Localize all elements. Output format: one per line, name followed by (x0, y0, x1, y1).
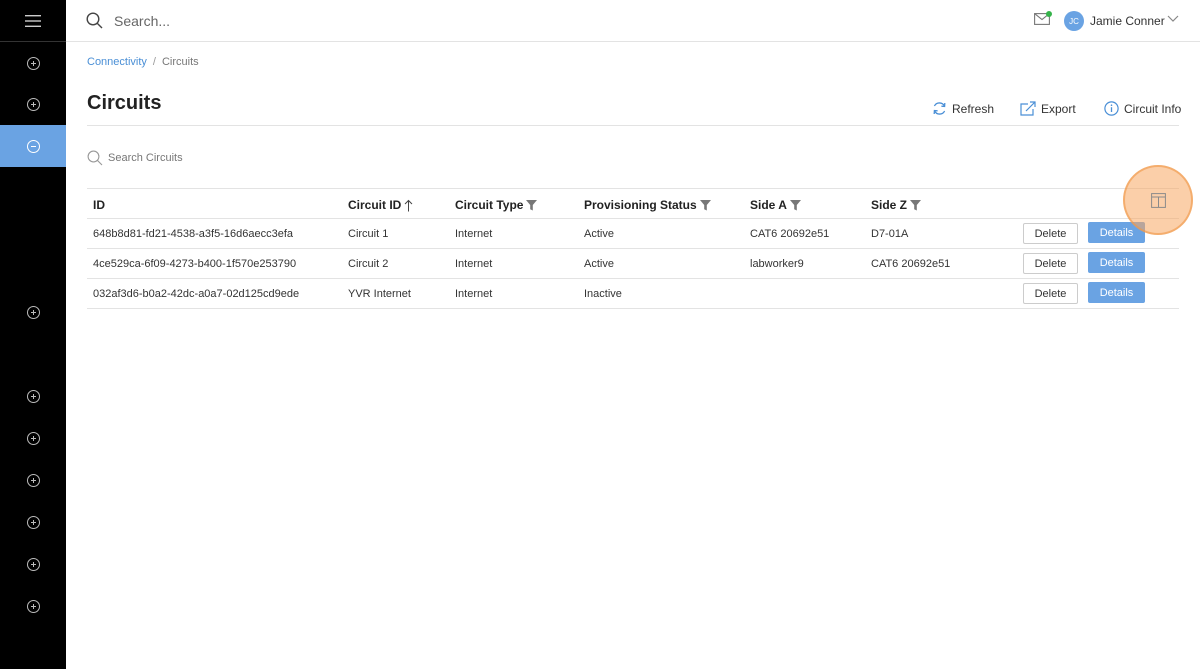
info-icon (1104, 101, 1119, 116)
circuits-table: ID Circuit ID Circuit Type Provisioning … (87, 188, 1179, 309)
delete-button[interactable]: Delete (1023, 283, 1078, 304)
search-circuits-input[interactable] (108, 149, 408, 167)
sidebar (0, 0, 66, 669)
breadcrumb-separator: / (152, 56, 156, 68)
export-button[interactable]: Export (1020, 101, 1076, 116)
cell-circuit-id: Circuit 1 (348, 228, 389, 240)
chevron-down-icon[interactable] (1167, 15, 1179, 23)
column-header-side-z[interactable]: Side Z (871, 198, 922, 212)
breadcrumb: Connectivity / Circuits (87, 56, 199, 68)
column-header-circuit-id[interactable]: Circuit ID (348, 198, 413, 212)
filter-icon (699, 199, 711, 210)
title-divider (87, 125, 1179, 126)
refresh-button[interactable]: Refresh (932, 101, 994, 116)
sidebar-item-6[interactable] (0, 459, 66, 501)
plus-circle-icon (26, 97, 40, 111)
sidebar-item-8[interactable] (0, 543, 66, 585)
plus-circle-icon (26, 473, 40, 487)
table-row[interactable]: 032af3d6-b0a2-42dc-a0a7-02d125cd9ede YVR… (87, 279, 1179, 309)
column-header-circuit-id-label: Circuit ID (348, 198, 402, 212)
menu-toggle-button[interactable] (0, 0, 66, 42)
table-row[interactable]: 648b8d81-fd21-4538-a3f5-16d6aecc3efa Cir… (87, 219, 1179, 249)
export-icon (1020, 101, 1036, 116)
column-header-provisioning-status[interactable]: Provisioning Status (584, 198, 711, 212)
cell-side-z: CAT6 20692e51 (871, 258, 951, 270)
cell-side-z: D7-01A (871, 228, 909, 240)
filter-icon (526, 199, 538, 210)
topbar: JC Jamie Conner (66, 0, 1200, 42)
plus-circle-icon (26, 305, 40, 319)
delete-button[interactable]: Delete (1023, 223, 1078, 244)
cell-id: 032af3d6-b0a2-42dc-a0a7-02d125cd9ede (93, 288, 300, 300)
sidebar-item-1[interactable] (0, 42, 66, 84)
breadcrumb-current: Circuits (161, 56, 199, 68)
cell-circuit-type: Internet (455, 288, 493, 300)
cell-status: Inactive (584, 288, 622, 300)
columns-icon (1150, 192, 1166, 208)
search-icon (87, 150, 103, 166)
notification-dot (1046, 11, 1052, 17)
search-icon (86, 12, 103, 29)
cell-circuit-type: Internet (455, 228, 493, 240)
plus-circle-icon (26, 56, 40, 70)
sidebar-item-4[interactable] (0, 375, 66, 417)
sidebar-item-3[interactable] (0, 291, 66, 333)
minus-circle-icon (26, 139, 40, 153)
plus-circle-icon (26, 599, 40, 613)
cell-side-a: labworker9 (750, 258, 804, 270)
column-header-circuit-type-label: Circuit Type (455, 198, 524, 212)
column-header-side-z-label: Side Z (871, 198, 908, 212)
column-header-side-a-label: Side A (750, 198, 787, 212)
sidebar-item-5[interactable] (0, 417, 66, 459)
details-button[interactable]: Details (1088, 282, 1145, 303)
sidebar-item-9[interactable] (0, 585, 66, 627)
column-header-provisioning-status-label: Provisioning Status (584, 198, 697, 212)
column-header-side-a[interactable]: Side A (750, 198, 801, 212)
export-label: Export (1041, 101, 1076, 116)
circuit-info-button[interactable]: Circuit Info (1104, 101, 1181, 116)
table-header: ID Circuit ID Circuit Type Provisioning … (87, 188, 1179, 219)
cell-status: Active (584, 258, 614, 270)
user-name[interactable]: Jamie Conner (1090, 14, 1165, 28)
details-button[interactable]: Details (1088, 252, 1145, 273)
hamburger-icon (25, 14, 41, 27)
page-title: Circuits (87, 92, 162, 114)
sidebar-item-7[interactable] (0, 501, 66, 543)
plus-circle-icon (26, 557, 40, 571)
column-header-id-label: ID (93, 198, 105, 212)
filter-icon (910, 199, 922, 210)
cell-status: Active (584, 228, 614, 240)
avatar[interactable]: JC (1064, 11, 1084, 31)
column-settings-button[interactable] (1123, 165, 1193, 235)
sidebar-item-connectivity[interactable] (0, 125, 66, 167)
plus-circle-icon (26, 431, 40, 445)
cell-circuit-id: Circuit 2 (348, 258, 389, 270)
cell-id: 4ce529ca-6f09-4273-b400-1f570e253790 (93, 258, 297, 270)
table-row[interactable]: 4ce529ca-6f09-4273-b400-1f570e253790 Cir… (87, 249, 1179, 279)
breadcrumb-connectivity-link[interactable]: Connectivity (87, 56, 147, 68)
cell-circuit-type: Internet (455, 258, 493, 270)
refresh-label: Refresh (952, 101, 995, 116)
filter-icon (789, 199, 801, 210)
plus-circle-icon (26, 515, 40, 529)
sidebar-item-2[interactable] (0, 83, 66, 125)
column-header-id[interactable]: ID (93, 198, 105, 212)
delete-button[interactable]: Delete (1023, 253, 1078, 274)
cell-id: 648b8d81-fd21-4538-a3f5-16d6aecc3efa (93, 228, 293, 240)
refresh-icon (933, 102, 946, 115)
circuit-info-label: Circuit Info (1124, 101, 1182, 116)
cell-side-a: CAT6 20692e51 (750, 228, 830, 240)
column-header-circuit-type[interactable]: Circuit Type (455, 198, 538, 212)
global-search-input[interactable] (114, 9, 514, 33)
sort-ascending-icon (404, 199, 413, 211)
cell-circuit-id: YVR Internet (348, 288, 411, 300)
plus-circle-icon (26, 389, 40, 403)
